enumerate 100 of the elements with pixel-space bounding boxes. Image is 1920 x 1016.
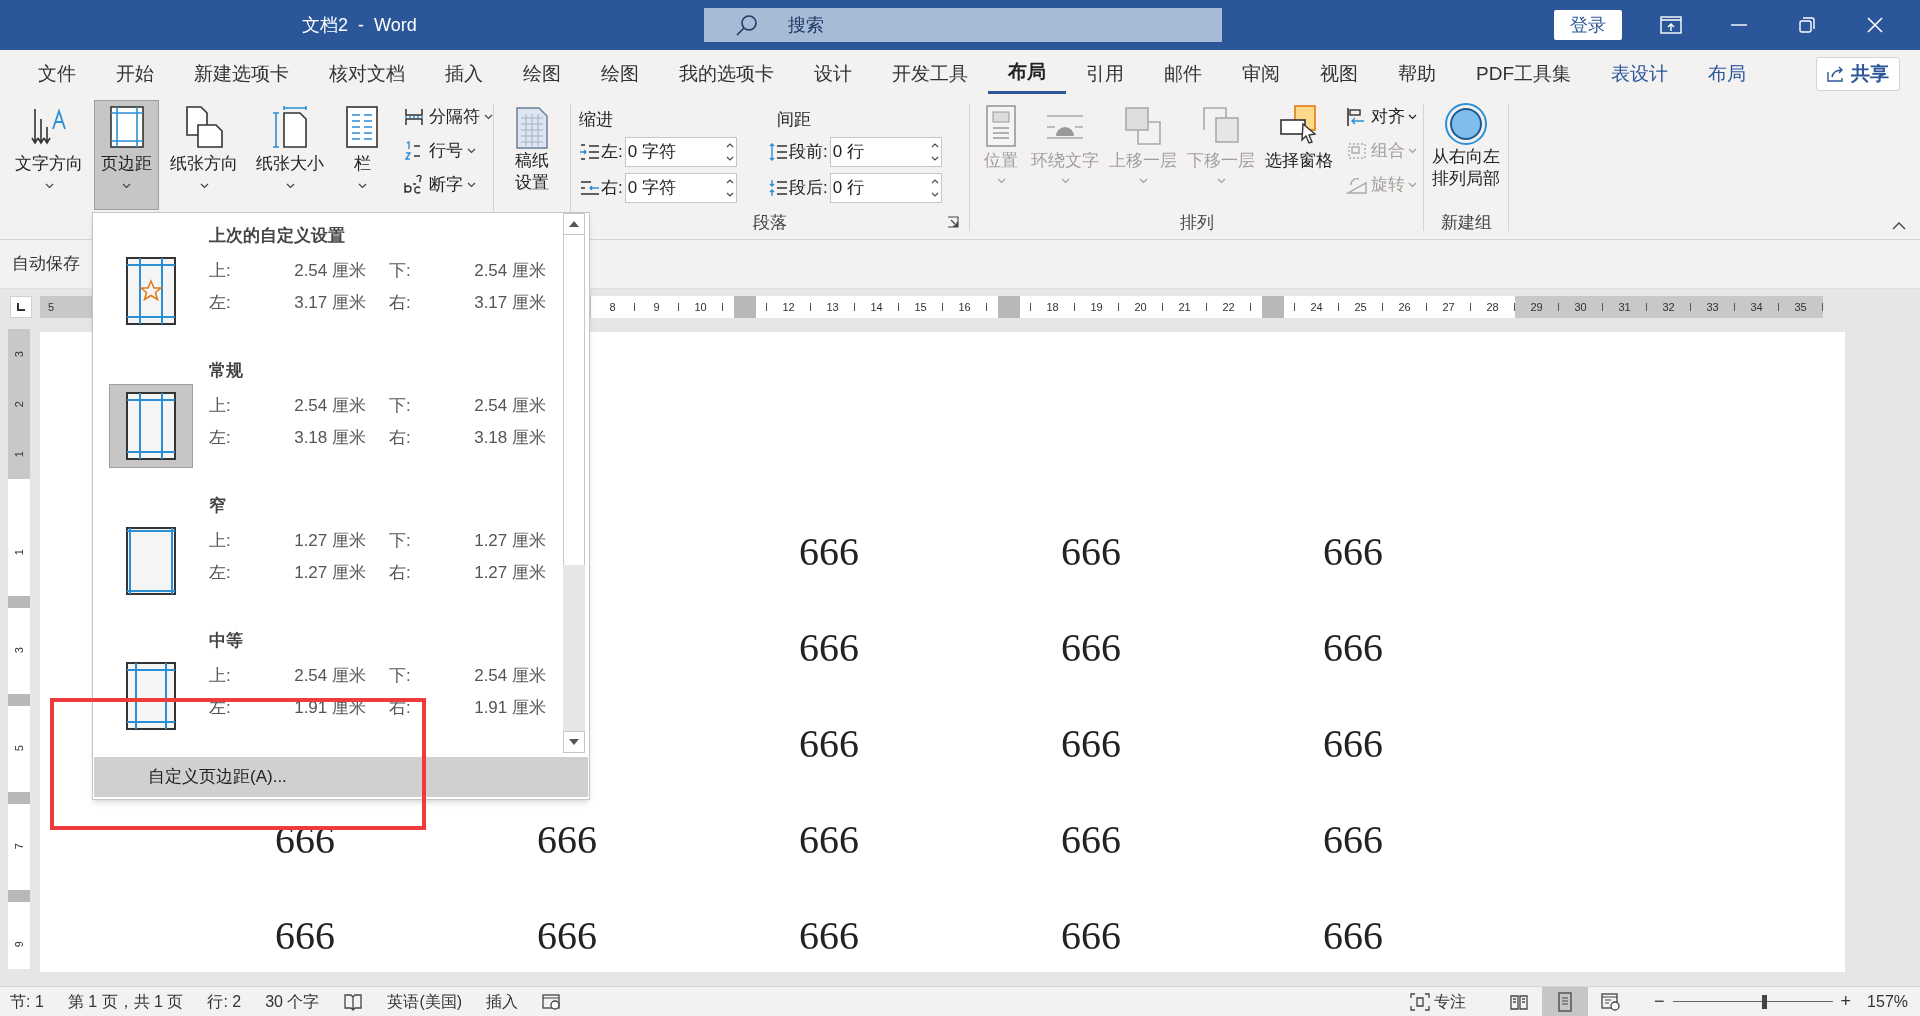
caret-icon [285, 182, 295, 189]
status-item[interactable]: 节: 1 [10, 989, 44, 1014]
scroll-up-icon[interactable] [569, 221, 579, 227]
zoom-in-button[interactable]: + [1840, 988, 1852, 1015]
scrollbar[interactable] [563, 213, 585, 753]
column-marker[interactable] [1261, 296, 1284, 318]
ribbon-tab[interactable]: 绘图 [581, 54, 659, 94]
status-item[interactable]: 第 1 页，共 1 页 [67, 989, 184, 1014]
zoom-out-button[interactable]: − [1654, 988, 1665, 1015]
ribbon-tab[interactable]: PDF工具集 [1456, 54, 1591, 94]
ruler-number: 28 [1485, 299, 1500, 315]
print-layout-icon[interactable] [1556, 991, 1575, 1012]
margin-preset[interactable]: 上次的自定义设置 上: 2.54 厘米 下: 2.54 厘米 左: 3.17 厘米 右: 3.17 厘米 [93, 213, 563, 348]
number-field[interactable]: 0 行 [829, 173, 942, 203]
caret-icon [484, 114, 493, 120]
ribbon-tab[interactable]: 帮助 [1378, 54, 1456, 94]
ruler-number: 1 [11, 549, 26, 556]
ribbon-button[interactable]: 栏 [335, 100, 389, 210]
custom-margins-item[interactable]: 自定义页边距(A)... [94, 757, 588, 797]
ribbon-tab[interactable]: 视图 [1300, 54, 1378, 94]
share-icon [1827, 66, 1845, 82]
restore-icon[interactable] [1797, 16, 1816, 34]
status-item[interactable]: 插入 [486, 989, 519, 1014]
caret-icon [1138, 177, 1148, 184]
ribbon-tab[interactable]: 布局 [988, 54, 1066, 94]
margin-preset[interactable]: 常规 上: 2.54 厘米 下: 2.54 厘米 左: 3.18 厘米 右: 3.18 厘米 [93, 348, 563, 483]
ribbon-display-icon[interactable] [1659, 16, 1682, 34]
ribbon-small-button[interactable]: 分隔符 [403, 102, 493, 132]
ribbon-small-button[interactable]: 对齐 [1346, 102, 1417, 132]
status-item[interactable]: 英语(美国) [387, 989, 463, 1014]
row-marker[interactable] [8, 791, 30, 804]
zoom-level[interactable]: 157% [1867, 989, 1908, 1014]
read-mode-icon[interactable] [1509, 992, 1530, 1011]
number-field[interactable]: 0 字符 [624, 173, 737, 203]
caret-icon [996, 177, 1006, 184]
margin-label: 左: [209, 697, 232, 720]
row-marker[interactable] [8, 693, 30, 706]
ribbon-button[interactable]: 纸张大小 [249, 100, 331, 210]
collapse-ribbon-icon[interactable] [1892, 221, 1906, 231]
preset-title: 常规 [209, 360, 244, 382]
share-button[interactable]: 共享 [1816, 57, 1900, 91]
status-item[interactable]: 行: 2 [207, 989, 242, 1014]
scroll-down-icon[interactable] [569, 739, 579, 745]
spinner-arrows-icon[interactable] [725, 177, 734, 199]
ruler-number: 25 [1353, 299, 1368, 315]
column-marker[interactable] [997, 296, 1020, 318]
ribbon-button[interactable]: 文字方向 [8, 100, 90, 210]
ribbon-button[interactable]: 从右向左 排列局部 [1432, 100, 1500, 190]
focus-button[interactable]: 专注 [1410, 989, 1467, 1014]
column-marker[interactable] [733, 296, 756, 318]
ribbon-tab[interactable]: 我的选项卡 [659, 54, 794, 94]
margin-preset[interactable]: 窄 上: 1.27 厘米 下: 1.27 厘米 左: 1.27 厘米 右: 1.27 厘米 [93, 483, 563, 618]
number-field[interactable]: 0 字符 [624, 137, 737, 167]
spinner-arrows-icon[interactable] [930, 177, 939, 199]
row-marker[interactable] [8, 889, 30, 902]
zoom-slider-thumb[interactable] [1761, 994, 1767, 1009]
document-text: 666 [1323, 724, 1383, 764]
ribbon-tab[interactable]: 设计 [794, 54, 872, 94]
macro-icon[interactable] [542, 992, 563, 1011]
ribbon-tab[interactable]: 开发工具 [872, 54, 988, 94]
tab-selector[interactable] [10, 296, 32, 318]
margin-label: 上: [209, 260, 232, 283]
ribbon-small-button[interactable]: 断字 [403, 170, 493, 200]
margin-label: 下: [389, 665, 412, 688]
ribbon-tab[interactable]: 绘图 [503, 54, 581, 94]
spinner-arrows-icon[interactable] [930, 141, 939, 163]
ruler-number: 10 [693, 299, 708, 315]
ribbon-tab[interactable]: 新建选项卡 [174, 54, 309, 94]
ribbon-button[interactable]: 选择窗格 [1260, 100, 1338, 174]
web-layout-icon[interactable] [1601, 992, 1622, 1011]
ribbon-tab[interactable]: 核对文档 [309, 54, 425, 94]
margin-value: 3.18 厘米 [473, 427, 546, 450]
ribbon-tab[interactable]: 引用 [1066, 54, 1144, 94]
status-item[interactable]: 30 个字 [265, 989, 320, 1014]
number-field[interactable]: 0 行 [829, 137, 942, 167]
ribbon-small-button[interactable]: 行号 [403, 136, 493, 166]
view-button[interactable] [1542, 987, 1589, 1016]
ribbon-button[interactable]: 稿纸 设置 [494, 100, 570, 210]
close-icon[interactable] [1865, 16, 1884, 34]
ribbon-tab[interactable]: 开始 [96, 54, 174, 94]
sign-in-button[interactable]: 登录 [1553, 10, 1622, 40]
ribbon-tab[interactable]: 插入 [425, 54, 503, 94]
document-text: 666 [1061, 628, 1121, 668]
margin-value: 3.17 厘米 [473, 292, 546, 315]
search-field[interactable]: 搜索 [703, 8, 1222, 42]
spinner-arrows-icon[interactable] [725, 141, 734, 163]
ribbon-tab[interactable]: 审阅 [1222, 54, 1300, 94]
group-title: 新建组 [1440, 211, 1492, 234]
ribbon-tab[interactable]: 邮件 [1144, 54, 1222, 94]
ribbon-button[interactable]: 页边距 [94, 100, 159, 210]
zoom-slider[interactable] [1672, 994, 1833, 1009]
ribbon-tab[interactable]: 布局 [1688, 54, 1766, 94]
book-icon[interactable] [343, 992, 364, 1011]
dialog-launcher-icon[interactable] [947, 216, 959, 229]
ribbon-tab[interactable]: 表设计 [1591, 54, 1688, 94]
ribbon-tab[interactable]: 文件 [18, 54, 96, 94]
margin-label: 下: [389, 395, 412, 418]
ribbon-button[interactable]: 纸张方向 [163, 100, 245, 210]
autosave-label[interactable]: 自动保存 [12, 251, 80, 277]
row-marker[interactable] [8, 595, 30, 608]
